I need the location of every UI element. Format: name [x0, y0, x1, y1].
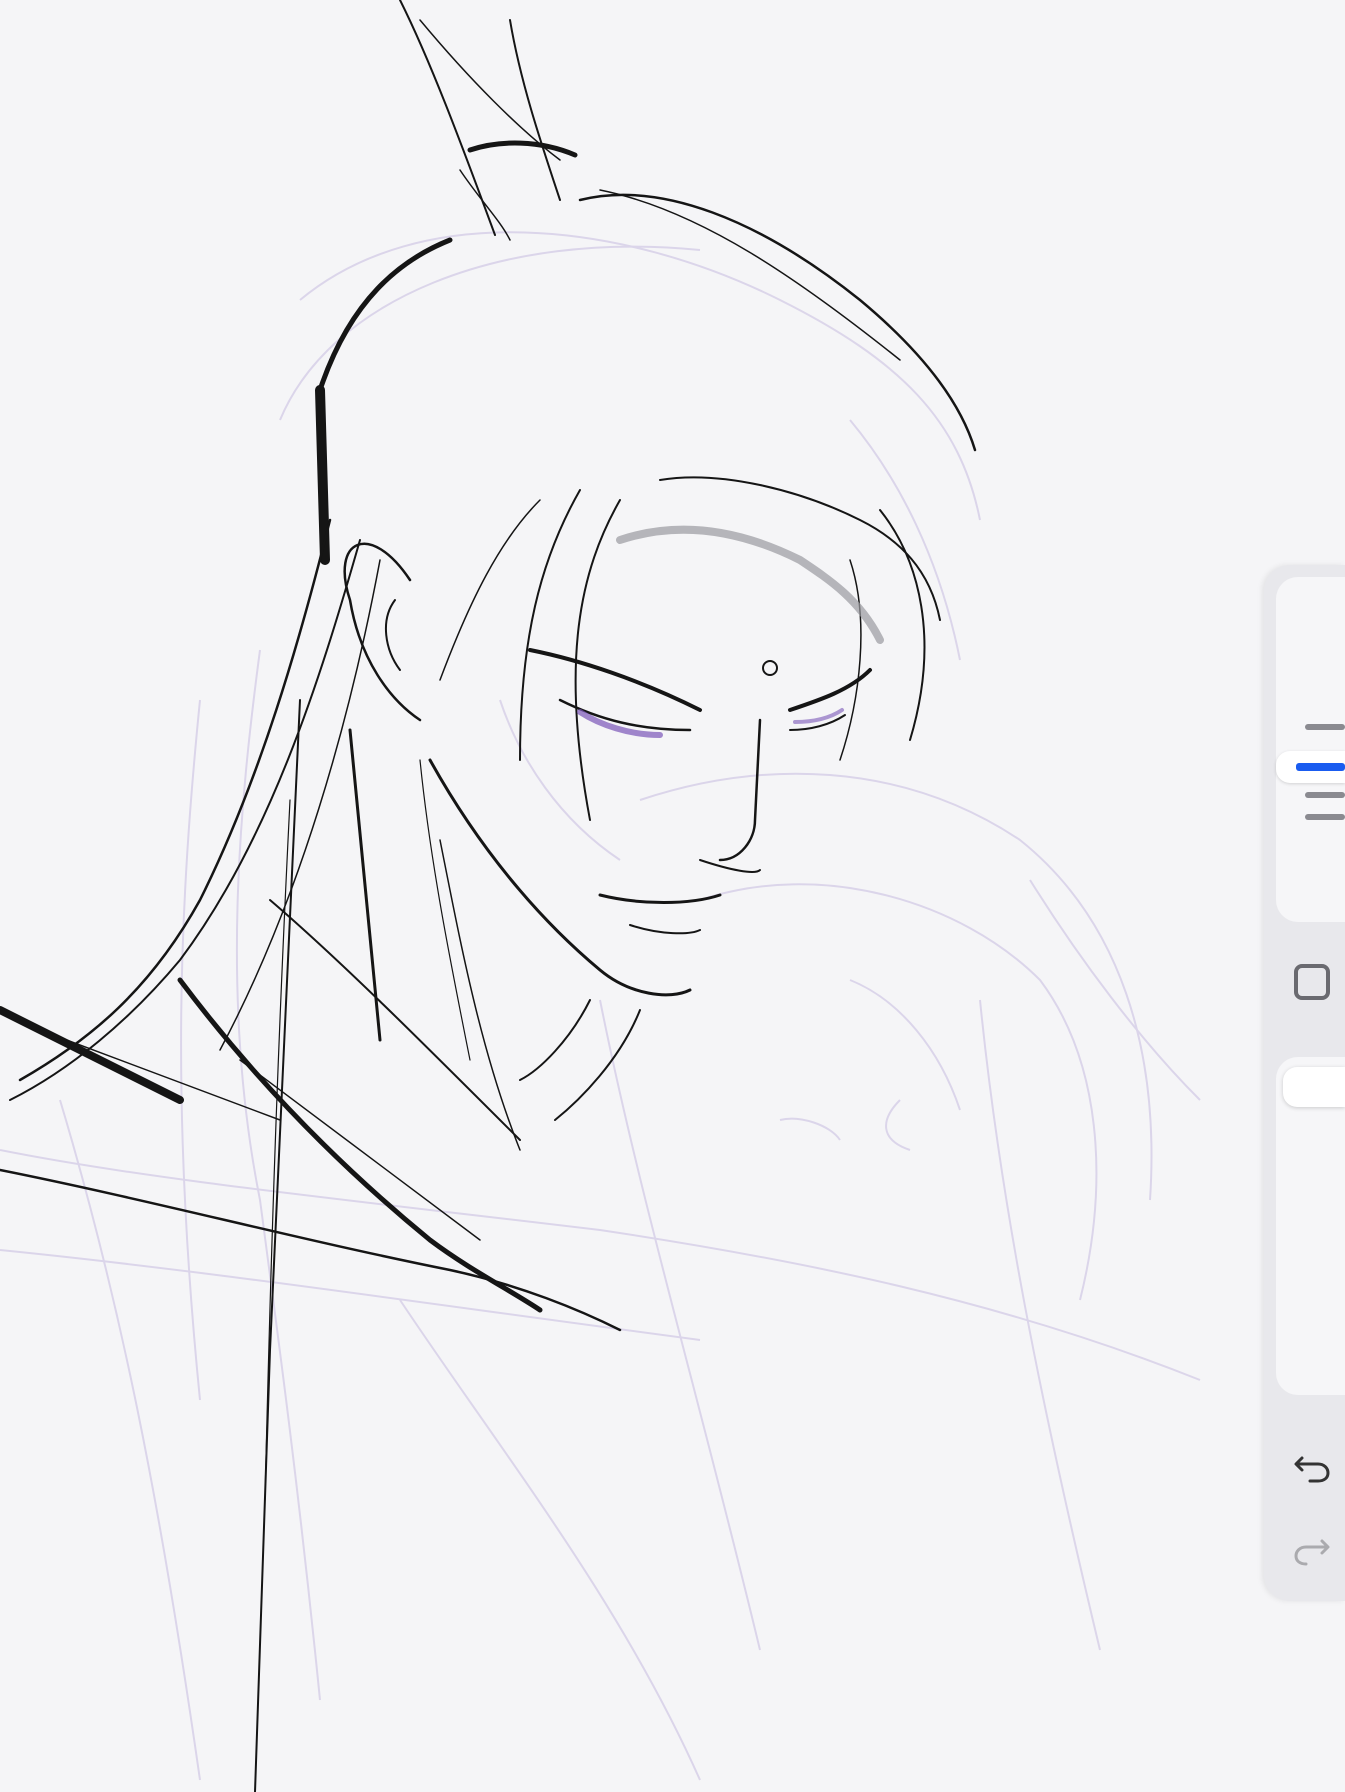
drawing-canvas[interactable] — [0, 0, 1345, 1792]
opacity-slider-thumb[interactable] — [1283, 1067, 1345, 1107]
undo-icon — [1294, 1456, 1330, 1483]
undo-button[interactable] — [1290, 1442, 1334, 1486]
brush-size-thin[interactable] — [1276, 717, 1345, 737]
brush-size-extra[interactable] — [1276, 807, 1345, 827]
brush-size-medium[interactable] — [1276, 751, 1345, 783]
sketch-artwork — [0, 0, 1345, 1792]
redo-button[interactable] — [1290, 1525, 1334, 1569]
brush-size-thick[interactable] — [1276, 785, 1345, 805]
brush-size-panel — [1276, 577, 1345, 922]
redo-icon — [1294, 1539, 1330, 1566]
square-icon[interactable] — [1294, 964, 1330, 1000]
tool-rail — [1264, 565, 1345, 1601]
drawing-app — [0, 0, 1345, 1792]
opacity-slider[interactable] — [1276, 1057, 1345, 1395]
